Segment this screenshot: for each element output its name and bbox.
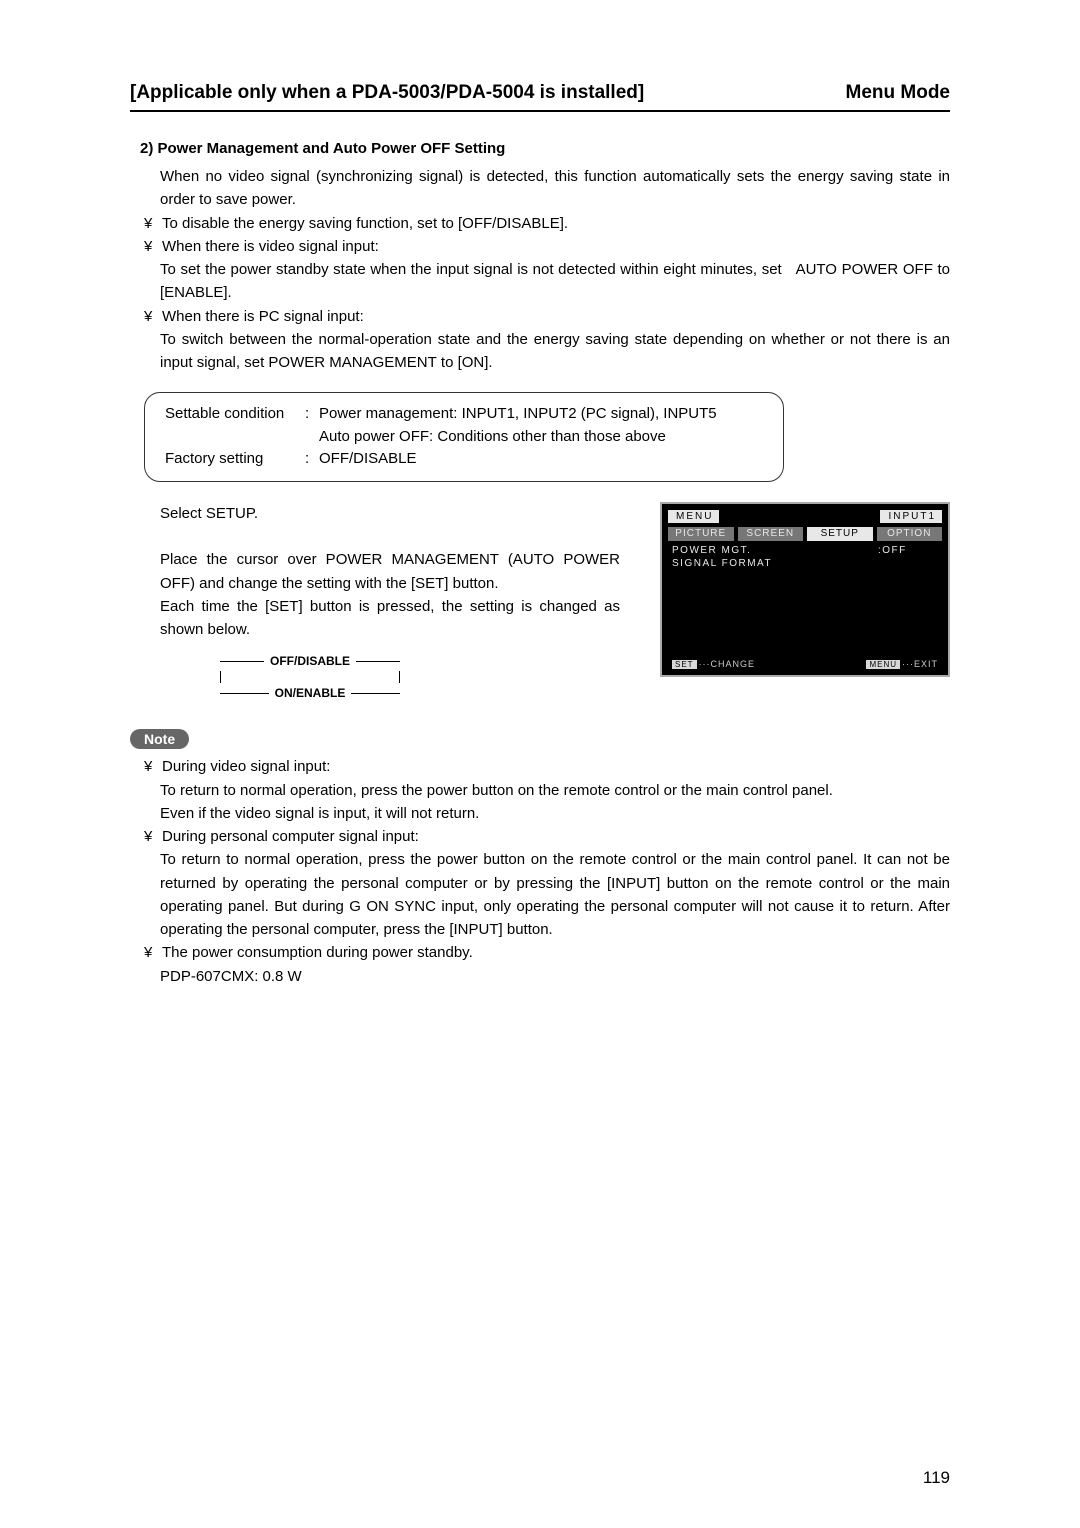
note-bullet: ¥ During video signal input: [144,755,950,778]
intro-text: When no video signal (synchronizing sign… [160,165,950,212]
settings-value: Power management: INPUT1, INPUT2 (PC sig… [319,403,717,426]
menu-item-value: :OFF [878,545,938,556]
instruction-p1: Select SETUP. [160,502,620,525]
note-line: To return to normal operation, press the… [160,779,950,802]
menu-item-value [878,558,938,569]
cycle-bottom: ON/ENABLE [269,684,352,703]
settings-label: Factory setting [165,448,305,471]
footer-right-text: ···EXIT [902,659,938,669]
menu-key-icon: MENU [866,660,900,669]
note-line: PDP-607CMX: 0.8 W [160,965,950,988]
bullet-item: ¥ To disable the energy saving function,… [144,212,950,235]
note-line: Even if the video signal is input, it wi… [160,802,950,825]
bullet-glyph: ¥ [144,825,158,848]
menu-item-label: SIGNAL FORMAT [672,558,878,569]
cycle-top: OFF/DISABLE [264,652,356,671]
note-head: During video signal input: [162,755,950,778]
set-key-icon: SET [672,660,697,669]
bullet-glyph: ¥ [144,212,158,235]
note-bullet: ¥ The power consumption during power sta… [144,941,950,964]
settings-value: OFF/DISABLE [319,448,417,471]
tab-setup[interactable]: SETUP [807,527,873,541]
header-right: Menu Mode [846,82,951,104]
bullet-item: ¥ When there is PC signal input: [144,305,950,328]
bullet-subtext: To switch between the normal-operation s… [160,328,950,375]
bullet-glyph: ¥ [144,305,158,328]
menu-item[interactable]: POWER MGT. :OFF [668,544,942,557]
settings-value: Auto power OFF: Conditions other than th… [319,426,666,449]
settings-sep: : [305,403,319,426]
note-pill: Note [130,729,189,749]
settings-label: Settable condition [165,403,305,426]
settings-sep: : [305,448,319,471]
settings-box: Settable condition : Power management: I… [144,392,784,482]
menu-item[interactable]: SIGNAL FORMAT [668,557,942,570]
note-head: The power consumption during power stand… [162,941,950,964]
bullet-subtext: To set the power standby state when the … [160,258,950,305]
tab-picture[interactable]: PICTURE [668,527,734,541]
bullet-text: To disable the energy saving function, s… [162,212,950,235]
tab-screen[interactable]: SCREEN [738,527,804,541]
instruction-p2: Place the cursor over POWER MANAGEMENT (… [160,548,620,595]
header-left: [Applicable only when a PDA-5003/PDA-500… [130,82,644,104]
bullet-glyph: ¥ [144,941,158,964]
note-line: To return to normal operation, press the… [160,848,950,941]
menu-tabs: PICTURE SCREEN SETUP OPTION [668,527,942,541]
menu-footer: SET···CHANGE MENU···EXIT [672,659,938,669]
note-bullet: ¥ During personal computer signal input: [144,825,950,848]
bullet-item: ¥ When there is video signal input: [144,235,950,258]
footer-left-text: ···CHANGE [699,659,756,669]
menu-title-badge: MENU [668,510,719,523]
note-head: During personal computer signal input: [162,825,950,848]
bullet-glyph: ¥ [144,755,158,778]
page-header: [Applicable only when a PDA-5003/PDA-500… [130,82,950,112]
menu-item-label: POWER MGT. [672,545,878,556]
bullet-text: When there is video signal input: [162,235,950,258]
bullet-text: When there is PC signal input: [162,305,950,328]
tab-option[interactable]: OPTION [877,527,943,541]
bullet-glyph: ¥ [144,235,158,258]
section-title: 2) Power Management and Auto Power OFF S… [140,140,950,157]
page-number: 119 [923,1468,950,1488]
menu-input-badge: INPUT1 [880,510,942,523]
osd-menu: MENU INPUT1 PICTURE SCREEN SETUP OPTION … [660,502,950,677]
instruction-p3: Each time the [SET] button is pressed, t… [160,595,620,642]
cycle-diagram: OFF/DISABLE ON/ENABLE [220,651,400,703]
